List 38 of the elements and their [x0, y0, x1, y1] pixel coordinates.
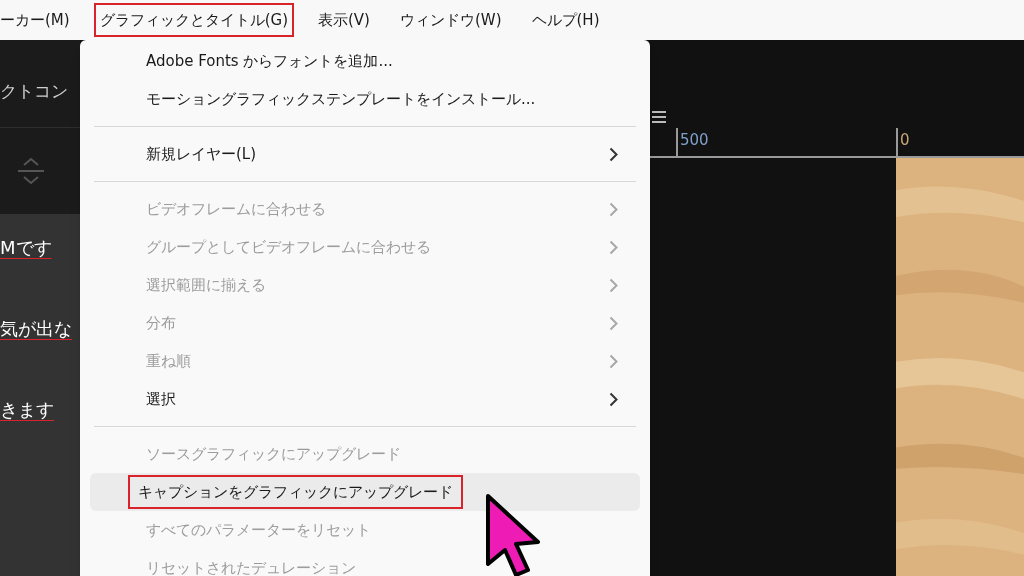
menu-item[interactable]: 選択 [90, 380, 640, 418]
cursor-icon [484, 492, 542, 576]
chevron-right-icon [609, 277, 618, 293]
panel-tab[interactable]: クトコン [0, 78, 68, 105]
menu-icon[interactable] [652, 110, 666, 124]
chevron-right-icon [609, 146, 618, 162]
chevron-right-icon [609, 315, 618, 331]
menu-item[interactable]: 新規レイヤー(L) [90, 135, 640, 173]
menu-item-label: すべてのパラメーターをリセット [145, 519, 372, 541]
menu-item-label: グループとしてビデオフレームに合わせる [145, 236, 432, 258]
menu-item-label: 新規レイヤー(L) [145, 143, 258, 165]
menu-item[interactable]: キャプションをグラフィックにアップグレード [90, 473, 640, 511]
menu-item-label: 分布 [145, 312, 177, 334]
chevron-right-icon [609, 239, 618, 255]
menu-bar-item[interactable]: ーカー(M) [0, 4, 74, 36]
menu-bar-item[interactable]: ヘルプ(H) [527, 4, 604, 36]
menu-item[interactable]: Adobe Fonts からフォントを追加... [90, 42, 640, 80]
menu-item-label: 選択範囲に揃える [145, 274, 267, 296]
menu-bar-item[interactable]: ウィンドウ(W) [395, 4, 506, 36]
chevron-right-icon [609, 353, 618, 369]
caption-text: 気が出な [0, 317, 72, 341]
menu-item-label: リセットされたデュレーション [145, 557, 357, 576]
chevron-right-icon [609, 201, 618, 217]
menu-item-label: 重ね順 [145, 350, 192, 372]
menu-item-label: モーショングラフィックステンプレートをインストール... [145, 88, 537, 110]
menu-item-label: 選択 [145, 388, 177, 410]
menu-item-label: キャプションをグラフィックにアップグレード [130, 476, 461, 508]
ruler-label: 0 [900, 131, 910, 149]
chevron-right-icon [609, 391, 618, 407]
caption-text: きます [0, 398, 54, 422]
ruler-label: 500 [680, 131, 709, 149]
menu-bar-item[interactable]: 表示(V) [314, 4, 374, 36]
menu-bar-item[interactable]: グラフィックとタイトル(G) [95, 4, 292, 36]
menu-item-label: ソースグラフィックにアップグレード [145, 443, 402, 465]
menu-item-label: Adobe Fonts からフォントを追加... [145, 50, 394, 72]
menu-item[interactable]: モーショングラフィックステンプレートをインストール... [90, 80, 640, 118]
menu-item-label: ビデオフレームに合わせる [145, 198, 327, 220]
caption-text: Mです [0, 236, 52, 260]
